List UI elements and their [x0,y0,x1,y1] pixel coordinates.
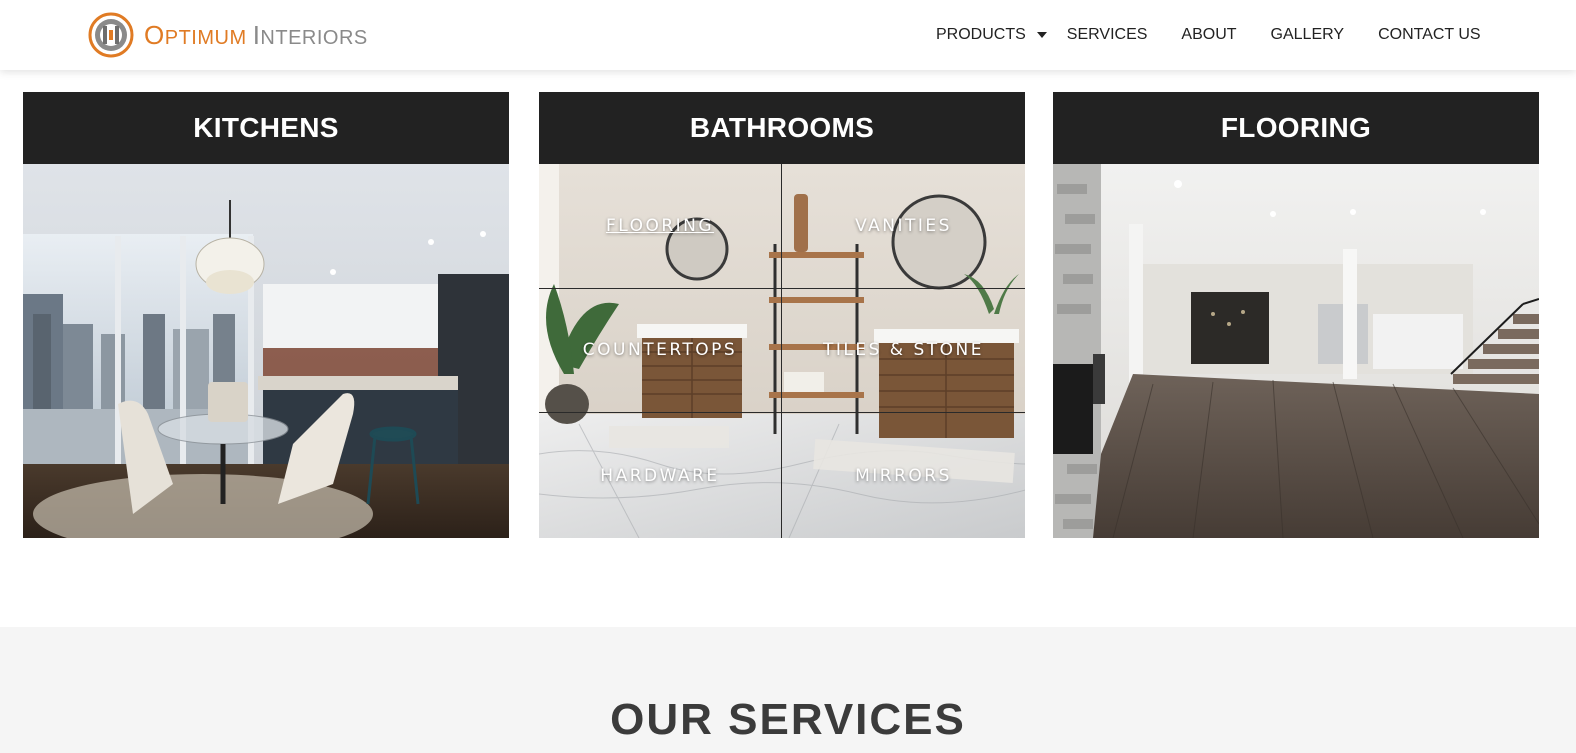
bathroom-cell-tiles-stone[interactable]: TILES & STONE [782,289,1025,414]
bathroom-link-hardware[interactable]: HARDWARE [600,466,719,486]
bathroom-link-mirrors[interactable]: MIRRORS [855,466,952,486]
kitchens-card-title[interactable]: KITCHENS [23,92,509,164]
bathroom-cell-flooring[interactable]: FLOORING [539,164,782,289]
flooring-image[interactable] [1053,164,1539,538]
nav-item-products[interactable]: PRODUCTS [936,26,1048,44]
flooring-card[interactable]: FLOORING [1053,92,1539,538]
main-nav: PRODUCTS SERVICES ABOUT GALLERY CONTACT … [936,24,1481,46]
flooring-card-title[interactable]: FLOORING [1053,92,1539,164]
bathrooms-image: FLOORING VANITIES COUNTERTOPS TILES & ST… [539,164,1025,538]
bathrooms-card-title[interactable]: BATHROOMS [539,92,1025,164]
kitchens-card[interactable]: KITCHENS [23,92,509,538]
bathroom-link-flooring[interactable]: FLOORING [606,216,714,236]
caret-down-icon[interactable] [1036,29,1048,41]
bathroom-link-countertops[interactable]: COUNTERTOPS [583,340,737,360]
nav-item-contact-us[interactable]: CONTACT US [1378,26,1481,44]
services-heading: OUR SERVICES [610,695,966,744]
nav-item-about[interactable]: ABOUT [1181,26,1236,44]
bathroom-category-grid: FLOORING VANITIES COUNTERTOPS TILES & ST… [539,164,1025,538]
bathroom-cell-vanities[interactable]: VANITIES [782,164,1025,289]
brand-wordmark: OPTIMUM INTERIORS [144,19,368,50]
logo-emblem-icon [88,12,134,58]
bathroom-cell-countertops[interactable]: COUNTERTOPS [539,288,782,414]
kitchens-image[interactable] [23,164,509,538]
site-header: OPTIMUM INTERIORS PRODUCTS SERVICES ABOU… [0,0,1576,70]
flooring-photo [1053,164,1539,538]
bathroom-cell-hardware[interactable]: HARDWARE [539,413,782,538]
bathroom-link-vanities[interactable]: VANITIES [855,216,952,236]
nav-item-services[interactable]: SERVICES [1067,26,1148,44]
nav-item-gallery[interactable]: GALLERY [1271,26,1345,44]
kitchen-photo [23,164,509,538]
nav-label-products: PRODUCTS [936,26,1026,43]
brand-logo[interactable]: OPTIMUM INTERIORS [88,12,368,58]
services-section: OUR SERVICES [0,627,1576,753]
bathroom-link-tiles-stone[interactable]: TILES & STONE [823,340,984,360]
bathrooms-card[interactable]: BATHROOMS FLOORING VANITIES COUNTERTOPS … [539,92,1025,538]
bathroom-cell-mirrors[interactable]: MIRRORS [782,413,1025,538]
